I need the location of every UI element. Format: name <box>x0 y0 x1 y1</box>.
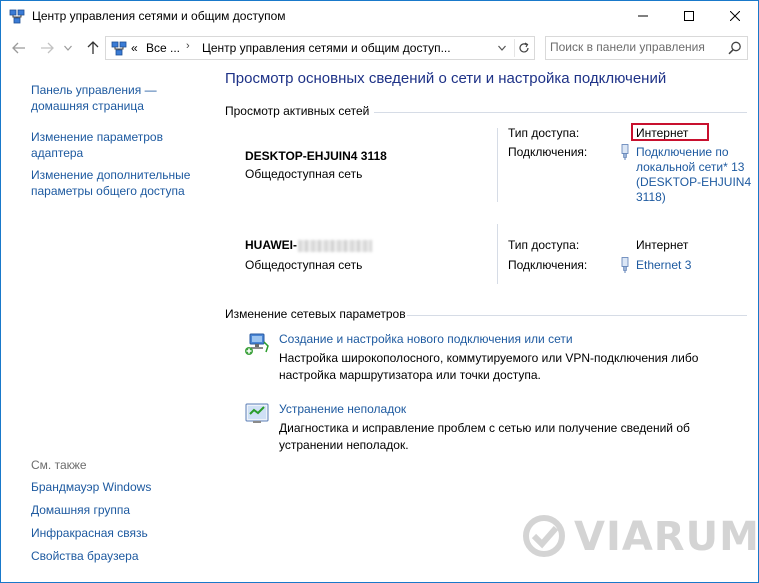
access-type-label: Тип доступа: <box>508 126 580 140</box>
nav-control-panel-home[interactable]: Панель управления — домашняя страница <box>31 82 211 114</box>
blurred-text <box>298 239 372 252</box>
maximize-button[interactable] <box>666 1 712 31</box>
active-networks-header: Просмотр активных сетей <box>225 104 370 118</box>
new-connection-icon <box>245 333 269 355</box>
connection-link-local-area[interactable]: Подключение по локальной сети* 13 (DESKT… <box>636 145 751 205</box>
section-divider <box>374 112 747 113</box>
task-new-connection-link[interactable]: Создание и настройка нового подключения … <box>279 332 573 346</box>
search-input[interactable] <box>550 39 722 55</box>
nav-change-adapter-settings[interactable]: Изменение параметров адаптера <box>31 129 211 161</box>
minimize-button[interactable] <box>620 1 666 31</box>
search-icon[interactable] <box>727 40 743 56</box>
nav-advanced-sharing-settings[interactable]: Изменение дополнительные параметры общег… <box>31 167 211 199</box>
change-settings-header: Изменение сетевых параметров <box>225 307 406 321</box>
network-center-icon <box>9 9 25 24</box>
back-button[interactable] <box>9 38 29 58</box>
navigation-bar: « Все ... › Центр управления сетями и об… <box>1 34 758 62</box>
chevron-down-icon <box>64 45 72 51</box>
section-divider <box>407 315 747 316</box>
see-also-windows-firewall[interactable]: Брандмауэр Windows <box>31 480 151 494</box>
minimize-icon <box>638 15 648 17</box>
breadcrumb-separator[interactable]: › <box>186 40 190 52</box>
connections-label: Подключения: <box>508 145 588 159</box>
network-divider <box>497 128 498 202</box>
refresh-icon <box>519 42 529 53</box>
network-center-icon <box>111 41 127 56</box>
see-also-label: См. также <box>31 458 87 472</box>
maximize-icon <box>684 11 694 21</box>
network-name: DESKTOP-EHJUIN4 3118 <box>245 149 387 163</box>
network-adapter-icon <box>621 144 629 160</box>
access-type-label: Тип доступа: <box>508 238 580 252</box>
arrow-left-icon <box>12 42 25 54</box>
network-adapter-icon <box>621 257 629 273</box>
see-also-homegroup[interactable]: Домашняя группа <box>31 503 130 517</box>
refresh-button[interactable] <box>514 39 533 57</box>
task-troubleshoot-link[interactable]: Устранение неполадок <box>279 402 406 416</box>
close-button[interactable] <box>712 1 758 31</box>
connection-link-line[interactable]: локальной сети* 13 <box>636 160 751 175</box>
watermark-text: VIARUM <box>574 514 759 560</box>
search-box[interactable] <box>545 36 748 60</box>
control-panel-window: Центр управления сетями и общим доступом <box>0 0 759 583</box>
breadcrumb-current[interactable]: Центр управления сетями и общим доступ..… <box>202 41 451 55</box>
forward-button[interactable] <box>37 38 57 58</box>
task-new-connection-description: Настройка широкополосного, коммутируемог… <box>279 351 699 382</box>
up-button[interactable] <box>83 38 103 58</box>
connection-link-line[interactable]: 3118) <box>636 190 751 205</box>
viarum-logo-icon <box>523 515 565 557</box>
network-divider <box>497 224 498 284</box>
connection-link-line[interactable]: (DESKTOP-EHJUIN4 <box>636 175 751 190</box>
connection-link-ethernet[interactable]: Ethernet 3 <box>636 258 691 273</box>
troubleshoot-icon <box>245 403 269 423</box>
chevron-down-icon <box>498 45 506 51</box>
network-name-text: HUAWEI- <box>245 238 297 252</box>
connection-link-line[interactable]: Подключение по <box>636 145 751 160</box>
network-name: HUAWEI- <box>245 238 372 252</box>
breadcrumb-overflow[interactable]: « <box>131 41 138 55</box>
connections-label: Подключения: <box>508 258 588 272</box>
recent-locations-button[interactable] <box>61 38 75 58</box>
arrow-up-icon <box>87 41 99 54</box>
task-troubleshoot-description: Диагностика и исправление проблем с сеть… <box>279 421 690 452</box>
viarum-watermark: VIARUM <box>522 514 758 560</box>
breadcrumb-all-items[interactable]: Все ... <box>146 41 180 55</box>
address-history-button[interactable] <box>494 40 510 56</box>
arrow-right-icon <box>41 42 54 54</box>
network-category: Общедоступная сеть <box>245 258 363 272</box>
see-also-infrared[interactable]: Инфракрасная связь <box>31 526 148 540</box>
page-title: Просмотр основных сведений о сети и наст… <box>225 70 667 87</box>
close-icon <box>730 11 740 21</box>
window-title: Центр управления сетями и общим доступом <box>32 9 286 23</box>
highlight-box <box>631 123 709 141</box>
network-category: Общедоступная сеть <box>245 167 363 181</box>
access-type-value: Интернет <box>636 238 689 252</box>
see-also-internet-options[interactable]: Свойства браузера <box>31 549 139 563</box>
address-bar[interactable]: « Все ... › Центр управления сетями и об… <box>105 36 535 60</box>
title-bar[interactable]: Центр управления сетями и общим доступом <box>1 1 758 31</box>
